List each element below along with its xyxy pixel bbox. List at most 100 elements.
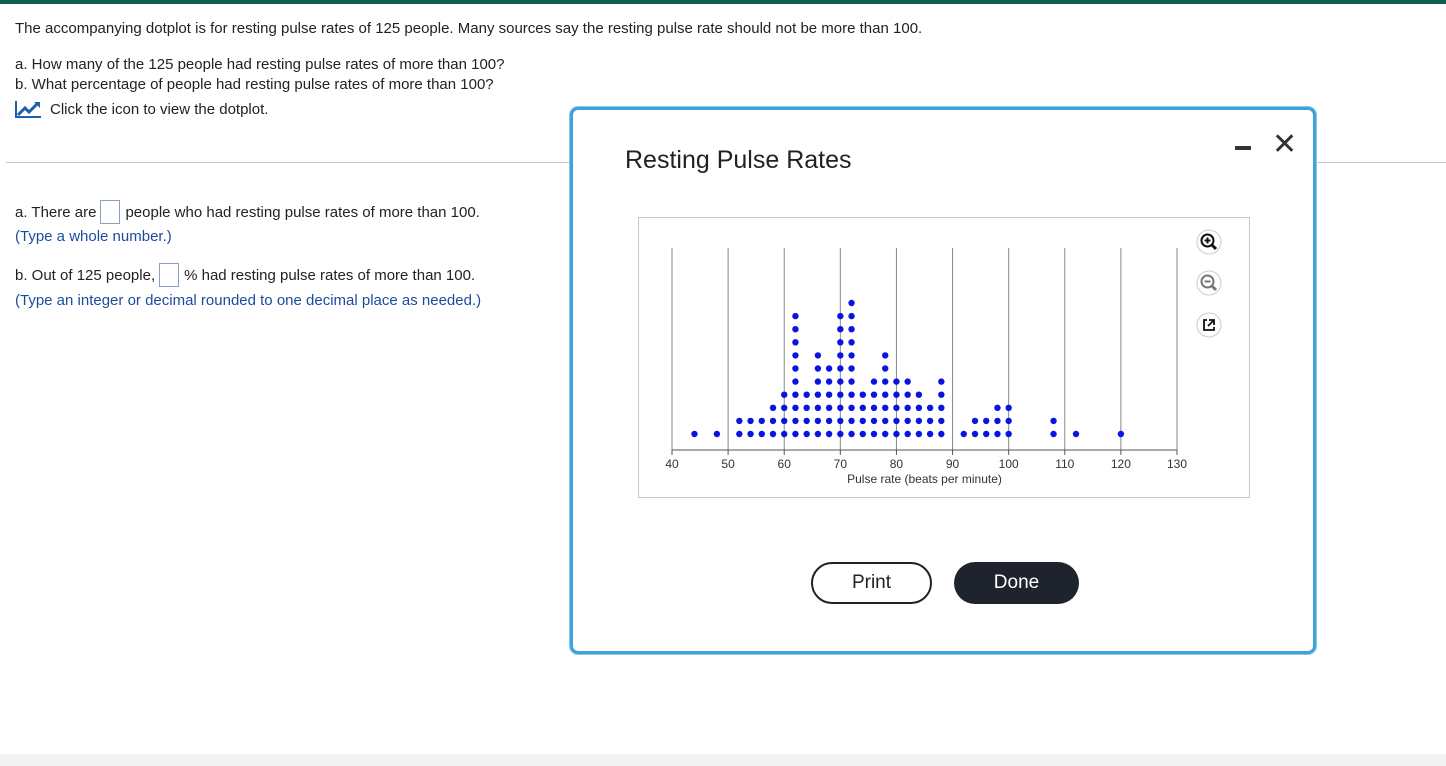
- data-point: [893, 378, 900, 385]
- chart-icon[interactable]: [14, 99, 43, 119]
- dotplot-chart: 40 50 60 70 80 90 100 110 120 130 Pulse rate (beat…: [665, 248, 1187, 486]
- data-point: [893, 391, 900, 398]
- data-point: [938, 430, 945, 438]
- data-point: [848, 326, 855, 333]
- zoom-out-icon: [1196, 270, 1222, 296]
- data-point: [971, 417, 979, 425]
- data-point: [803, 391, 810, 398]
- data-point: [904, 430, 911, 438]
- data-point: [893, 404, 900, 411]
- data-point: [994, 404, 1001, 411]
- data-point: [837, 339, 844, 346]
- data-point: [994, 430, 1001, 438]
- data-point: [792, 339, 799, 346]
- data-point: [747, 430, 754, 438]
- data-point: [1072, 430, 1080, 438]
- data-point: [792, 312, 799, 320]
- data-point: [769, 417, 777, 425]
- minimize-button[interactable]: [1235, 146, 1251, 150]
- zoom-in-icon: [1196, 229, 1222, 255]
- data-point: [814, 378, 822, 385]
- data-point: [983, 417, 990, 425]
- view-dotplot-label: Click the icon to view the dotplot.: [50, 100, 269, 118]
- data-point: [837, 312, 844, 320]
- data-point: [904, 391, 911, 398]
- data-point: [758, 430, 765, 438]
- answer-b-suffix: % had resting pulse rates of more than 1…: [184, 266, 476, 284]
- data-point: [792, 326, 799, 333]
- data-point: [814, 430, 822, 438]
- print-button[interactable]: Print: [811, 562, 932, 604]
- footer-bar: [0, 754, 1446, 766]
- data-point: [837, 404, 844, 411]
- data-point: [848, 417, 855, 425]
- data-point: [882, 365, 889, 372]
- data-point: [870, 378, 878, 385]
- data-point: [1005, 430, 1012, 438]
- data-point: [904, 404, 911, 411]
- data-point: [814, 352, 822, 359]
- data-point: [870, 404, 878, 411]
- data-point: [792, 404, 799, 411]
- data-point: [1050, 417, 1057, 425]
- data-point: [848, 404, 855, 411]
- dotplot-dialog: Resting Pulse Rates ✕ 40 50 60 70 80 90 100 110…: [570, 107, 1316, 654]
- data-point: [781, 417, 788, 425]
- answer-a-suffix: people who had resting pulse rates of mo…: [125, 203, 480, 221]
- data-point: [859, 430, 866, 438]
- data-point: [814, 417, 822, 425]
- data-point: [1117, 430, 1125, 438]
- answer-b-row: b. Out of 125 people, % had resting puls…: [15, 263, 475, 287]
- data-point: [938, 417, 945, 425]
- view-dotplot-link[interactable]: Click the icon to view the dotplot.: [14, 99, 268, 119]
- data-point: [814, 404, 822, 411]
- data-point: [915, 391, 923, 398]
- data-point: [837, 378, 844, 385]
- data-point: [882, 391, 889, 398]
- data-point: [1005, 417, 1012, 425]
- x-tick-label: 50: [721, 457, 735, 471]
- data-point: [870, 417, 878, 425]
- answer-b-input[interactable]: [159, 263, 180, 287]
- data-point: [769, 430, 777, 438]
- data-point: [870, 391, 878, 398]
- data-point: [803, 430, 810, 438]
- data-point: [781, 430, 788, 438]
- expand-button[interactable]: [1196, 312, 1222, 338]
- data-point: [837, 391, 844, 398]
- data-point: [904, 378, 911, 385]
- answer-b-prefix: b. Out of 125 people,: [15, 266, 156, 284]
- data-point: [736, 417, 743, 425]
- x-tick-label: 90: [946, 457, 960, 471]
- answer-b-hint: (Type an integer or decimal rounded to o…: [15, 292, 482, 309]
- data-point: [893, 417, 900, 425]
- zoom-out-button[interactable]: [1196, 270, 1222, 296]
- top-accent-bar: [0, 0, 1446, 4]
- external-link-icon: [1196, 312, 1222, 338]
- data-point: [825, 417, 833, 425]
- data-point: [792, 391, 799, 398]
- data-point: [859, 391, 866, 398]
- data-point: [926, 430, 934, 438]
- data-point: [848, 352, 855, 359]
- data-point: [837, 417, 844, 425]
- data-point: [926, 404, 934, 411]
- data-point: [713, 430, 721, 438]
- done-button[interactable]: Done: [954, 562, 1079, 604]
- close-button[interactable]: ✕: [1272, 130, 1297, 160]
- zoom-in-button[interactable]: [1196, 229, 1222, 255]
- data-point: [848, 339, 855, 346]
- question-part-a: a. How many of the 125 people had restin…: [15, 56, 505, 73]
- data-point: [803, 417, 810, 425]
- data-point: [859, 404, 866, 411]
- data-point: [848, 365, 855, 372]
- data-point: [1050, 430, 1057, 438]
- data-point: [781, 404, 788, 411]
- data-point: [960, 430, 967, 438]
- x-tick-label: 60: [778, 457, 792, 471]
- data-point: [848, 312, 855, 320]
- x-axis-label: Pulse rate (beats per minute): [847, 472, 1002, 486]
- answer-a-prefix: a. There are: [15, 203, 97, 221]
- answer-a-input[interactable]: [100, 200, 121, 224]
- data-point: [859, 417, 866, 425]
